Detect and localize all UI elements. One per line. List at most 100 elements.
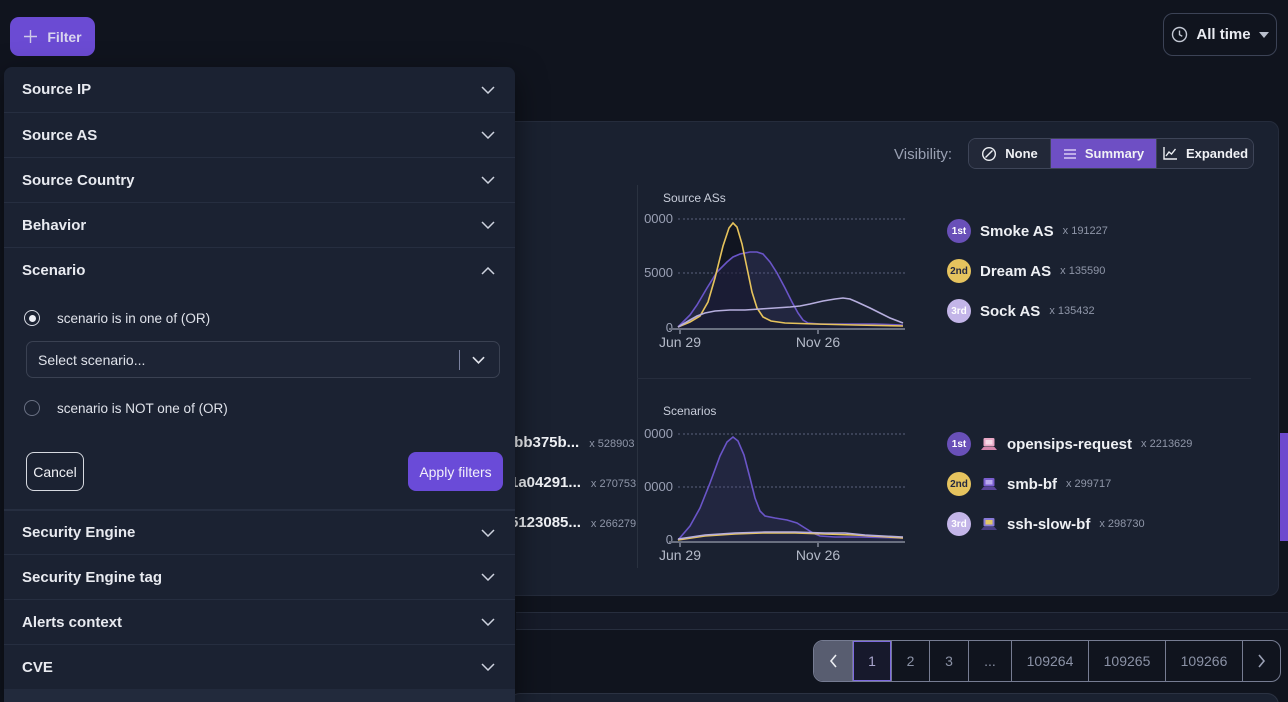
pagination-ellipsis: ...	[968, 641, 1011, 681]
chevron-down-icon	[472, 356, 485, 364]
rank-item-partial[interactable]: 1a04291... x 270753	[510, 474, 636, 491]
section-label: Source AS	[22, 127, 97, 144]
rank-badge-3rd: 3rd	[947, 299, 971, 323]
radio-unselected-icon[interactable]	[24, 400, 40, 416]
rank-item[interactable]: 1st Smoke AS x 191227	[947, 218, 1108, 244]
pagination-page-3[interactable]: 3	[929, 641, 968, 681]
select-separator	[459, 350, 460, 370]
rank-count: x 270753	[591, 478, 636, 490]
rank-badge-2nd: 2nd	[947, 259, 971, 283]
filter-panel: Source IP Source AS Source Country Behav…	[4, 67, 515, 702]
rank-name: Dream AS	[980, 263, 1051, 280]
section-label: Source Country	[22, 172, 135, 189]
section-label: Scenario	[22, 262, 85, 279]
cancel-button[interactable]: Cancel	[26, 452, 84, 491]
filter-section-scenario[interactable]: Scenario	[4, 248, 515, 293]
visibility-expanded-button[interactable]: Expanded	[1156, 139, 1253, 168]
rank-count: x 2213629	[1141, 438, 1192, 450]
pagination-page-1[interactable]: 1	[852, 641, 891, 681]
dashboard-screen: Filter All time Visibility: None Summary…	[0, 0, 1288, 702]
scrollbar-thumb[interactable]	[1280, 433, 1288, 541]
chart-title: Source ASs	[663, 191, 726, 205]
rank-name: smb-bf	[1007, 476, 1057, 493]
filter-section-alerts-context[interactable]: Alerts context	[4, 600, 515, 645]
scenario-select[interactable]: Select scenario...	[26, 341, 500, 378]
rank-item[interactable]: 3rd Sock AS x 135432	[947, 298, 1095, 324]
time-range-label: All time	[1196, 26, 1250, 43]
chevron-down-icon	[481, 529, 495, 537]
time-range-dropdown[interactable]: All time	[1163, 13, 1277, 56]
chevron-up-icon	[481, 267, 495, 275]
rank-name: opensips-request	[1007, 436, 1132, 453]
visibility-summary-button[interactable]: Summary	[1050, 139, 1156, 168]
pagination-page-109264[interactable]: 109264	[1011, 641, 1088, 681]
rank-name: 1a04291...	[510, 474, 581, 491]
slash-circle-icon	[981, 146, 997, 162]
rank-item[interactable]: 3rd ssh-slow-bf x 298730	[947, 511, 1145, 537]
rank-badge-1st: 1st	[947, 219, 971, 243]
chart-row-divider	[637, 378, 1251, 379]
filter-section-security-engine-tag[interactable]: Security Engine tag	[4, 555, 515, 600]
filter-section-behavior[interactable]: Behavior	[4, 203, 515, 248]
source-ass-chart: Source ASs 0000 5000 0 Jun 29 Nov 26	[637, 185, 912, 358]
rank-count: x 298730	[1099, 518, 1144, 530]
divider	[516, 629, 1288, 630]
add-filter-button[interactable]: Filter	[10, 17, 95, 56]
list-icon	[1063, 148, 1077, 160]
visibility-none-button[interactable]: None	[969, 139, 1050, 168]
clock-icon	[1171, 26, 1188, 43]
visibility-toggle-group: None Summary Expanded	[968, 138, 1254, 169]
rank-item[interactable]: 2nd smb-bf x 299717	[947, 471, 1111, 497]
section-label: Security Engine tag	[22, 569, 162, 586]
scenario-section-body: scenario is in one of (OR) Select scenar…	[4, 293, 515, 510]
select-placeholder: Select scenario...	[27, 352, 459, 368]
pagination-prev-button[interactable]	[814, 641, 852, 681]
line-chart-plot	[645, 210, 905, 329]
chevron-down-icon	[481, 176, 495, 184]
chevron-down-icon	[481, 221, 495, 229]
rank-count: x 191227	[1063, 225, 1108, 237]
filter-section-cve[interactable]: CVE	[4, 645, 515, 690]
filter-section-security-engine[interactable]: Security Engine	[4, 510, 515, 555]
apply-filters-button[interactable]: Apply filters	[408, 452, 503, 491]
pagination-page-2[interactable]: 2	[891, 641, 929, 681]
chevron-left-icon	[829, 654, 838, 668]
rank-name: Sock AS	[980, 303, 1040, 320]
rank-badge-3rd: 3rd	[947, 512, 971, 536]
next-section-peek	[4, 689, 515, 702]
pagination-page-109265[interactable]: 109265	[1088, 641, 1165, 681]
radio-selected-icon[interactable]	[24, 310, 40, 326]
x-tick: Jun 29	[650, 334, 710, 350]
x-tick: Jun 29	[650, 547, 710, 563]
scenario-not-radio[interactable]: scenario is NOT one of (OR)	[24, 400, 228, 416]
next-card-edge	[508, 693, 1279, 702]
rank-name: Smoke AS	[980, 223, 1054, 240]
rank-item[interactable]: 1st opensips-request x 2213629	[947, 431, 1192, 457]
chevron-down-icon	[481, 618, 495, 626]
line-chart-icon	[1162, 146, 1178, 161]
filter-section-source-country[interactable]: Source Country	[4, 158, 515, 203]
laptop-icon-indigo	[980, 517, 998, 532]
rank-count: x 135590	[1060, 265, 1105, 277]
scenario-in-radio[interactable]: scenario is in one of (OR)	[24, 310, 210, 326]
rank-item-partial[interactable]: 5123085... x 266279	[510, 514, 636, 531]
x-tick: Nov 26	[788, 334, 848, 350]
rank-name: lbb375b...	[510, 434, 579, 451]
section-label: Behavior	[22, 217, 86, 234]
section-label: CVE	[22, 659, 53, 676]
chevron-down-icon	[481, 131, 495, 139]
table-footer-band	[516, 613, 1288, 629]
filter-section-source-as[interactable]: Source AS	[4, 113, 515, 158]
line-chart-plot	[645, 423, 905, 542]
chevron-down-icon	[481, 86, 495, 94]
filter-section-source-ip[interactable]: Source IP	[4, 67, 515, 113]
chevron-down-icon	[481, 573, 495, 581]
chevron-right-icon	[1257, 654, 1266, 668]
pagination-next-button[interactable]	[1242, 641, 1280, 681]
visibility-summary-label: Summary	[1085, 146, 1144, 161]
rank-item[interactable]: 2nd Dream AS x 135590	[947, 258, 1105, 284]
radio-label: scenario is in one of (OR)	[57, 311, 210, 326]
pagination-page-109266[interactable]: 109266	[1165, 641, 1242, 681]
rank-item-partial[interactable]: lbb375b... x 528903	[510, 434, 634, 451]
x-tick: Nov 26	[788, 547, 848, 563]
